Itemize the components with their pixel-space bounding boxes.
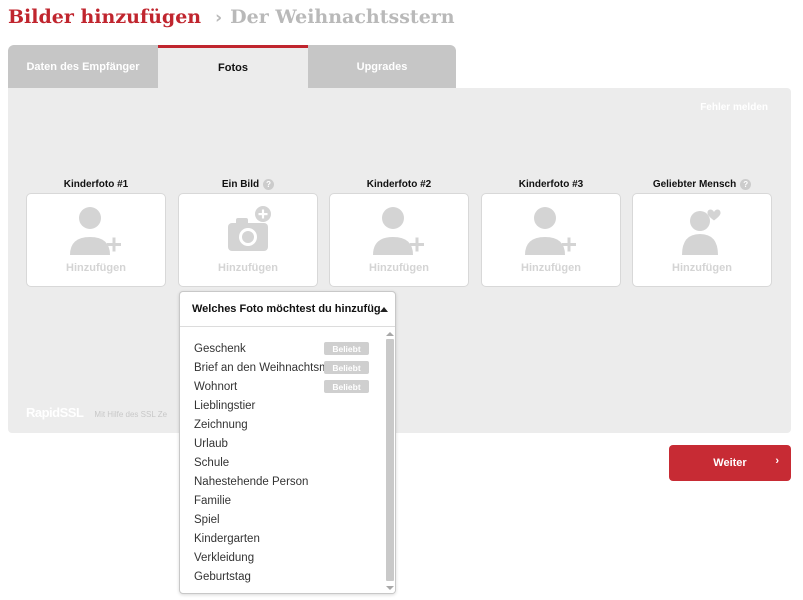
popular-badge: Beliebt [324,361,369,374]
add-photo-button[interactable]: Hinzufügen [481,193,621,287]
photo-type-dropdown[interactable]: Welches Foto möchtest du hinzufüg… Gesch… [179,291,396,594]
child-add-icon [70,207,121,255]
option-spiel[interactable]: Spiel [180,510,384,529]
add-label: Hinzufügen [521,262,581,274]
option-geburtstag[interactable]: Geburtstag [180,567,384,586]
scroll-up-arrow-icon[interactable] [386,332,394,336]
caret-up-icon[interactable] [380,307,388,312]
child-add-icon [525,207,576,255]
add-label: Hinzufügen [369,262,429,274]
photo-slot-loved-one: Geliebter Mensch? Hinzufügen [632,177,772,287]
camera-add-icon [228,206,271,251]
next-button[interactable]: Weiter › [669,445,791,481]
tab-photos[interactable]: Fotos [158,45,308,88]
photo-slot-child-3: Kinderfoto #3 Hinzufügen [481,177,621,287]
option-verkleidung[interactable]: Verkleidung [180,548,384,567]
add-label: Hinzufügen [672,262,732,274]
add-label: Hinzufügen [66,262,126,274]
option-nahestehende-person[interactable]: Nahestehende Person [180,472,384,491]
photo-slot-label: Geliebter Mensch? [632,177,772,191]
tab-upgrades[interactable]: Upgrades [308,45,456,88]
person-heart-icon [682,209,721,255]
popular-badge: Beliebt [324,380,369,393]
dropdown-header[interactable]: Welches Foto möchtest du hinzufüg… [180,292,395,327]
ssl-caption: Mit Hilfe des SSL Ze [94,410,168,419]
option-geschenk[interactable]: Geschenk Beliebt [180,339,384,358]
option-zeichnung[interactable]: Zeichnung [180,415,384,434]
scrollbar-thumb[interactable] [386,339,394,581]
report-error-link[interactable]: Fehler melden [700,102,768,113]
scroll-down-arrow-icon[interactable] [386,586,394,590]
breadcrumb-separator: › [215,8,223,28]
option-urlaub[interactable]: Urlaub [180,434,384,453]
child-add-icon [373,207,424,255]
rapidssl-logo: RapidSSL [26,405,84,420]
dropdown-heading: Welches Foto möchtest du hinzufüg… [192,303,380,315]
option-brief[interactable]: Brief an den Weihnachtsm Beliebt [180,358,384,377]
photo-slot-picture: Ein Bild? Hinzufügen [178,177,318,287]
help-icon[interactable]: ? [263,178,275,190]
photo-slot-child-2: Kinderfoto #2 Hinzufügen [329,177,469,287]
add-label: Hinzufügen [218,262,278,274]
add-photo-button[interactable]: Hinzufügen [632,193,772,287]
breadcrumb: Bilder hinzufügen › Der Weihnachtsstern [8,6,455,32]
photo-slot-label: Kinderfoto #2 [366,178,432,190]
popular-badge: Beliebt [324,342,369,355]
add-photo-button[interactable]: Hinzufügen [329,193,469,287]
ssl-seal: RapidSSL Mit Hilfe des SSL Ze [26,405,167,420]
photos-panel: Fehler melden Kinderfoto #1 Hinzufügen E… [8,88,791,433]
page-title: Bilder hinzufügen [8,6,202,28]
option-schule[interactable]: Schule [180,453,384,472]
step-tabs: Daten des Empfänger Fotos Upgrades [8,45,456,88]
photo-slot-label: Kinderfoto #3 [518,178,584,190]
breadcrumb-product[interactable]: Der Weihnachtsstern [230,6,454,28]
option-kindergarten[interactable]: Kindergarten [180,529,384,548]
option-lieblingstier[interactable]: Lieblingstier [180,396,384,415]
add-photo-button[interactable]: Hinzufügen [26,193,166,287]
photo-slot-label: Ein Bild? [178,177,318,191]
photo-slot-label: Kinderfoto #1 [63,178,129,190]
option-wohnort[interactable]: Wohnort Beliebt [180,377,384,396]
chevron-right-icon: › [775,455,779,467]
photo-slot-child-1: Kinderfoto #1 Hinzufügen [26,177,166,287]
add-photo-button[interactable]: Hinzufügen [178,193,318,287]
dropdown-options: Geschenk Beliebt Brief an den Weihnachtsm… [180,328,384,586]
option-familie[interactable]: Familie [180,491,384,510]
next-button-label: Weiter [713,457,747,469]
help-icon[interactable]: ? [740,178,752,190]
tab-recipient-data[interactable]: Daten des Empfänger [8,45,158,88]
